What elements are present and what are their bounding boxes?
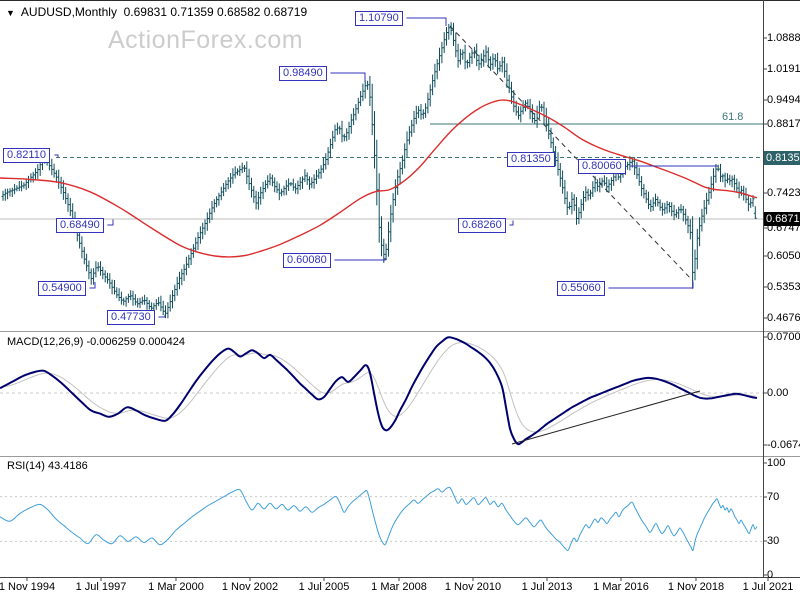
trading-chart-window: ▼ AUDUSD,Monthly 0.69831 0.71359 0.68582 …: [0, 0, 800, 600]
chart-canvas[interactable]: [0, 0, 800, 600]
chart-background: [0, 0, 800, 600]
